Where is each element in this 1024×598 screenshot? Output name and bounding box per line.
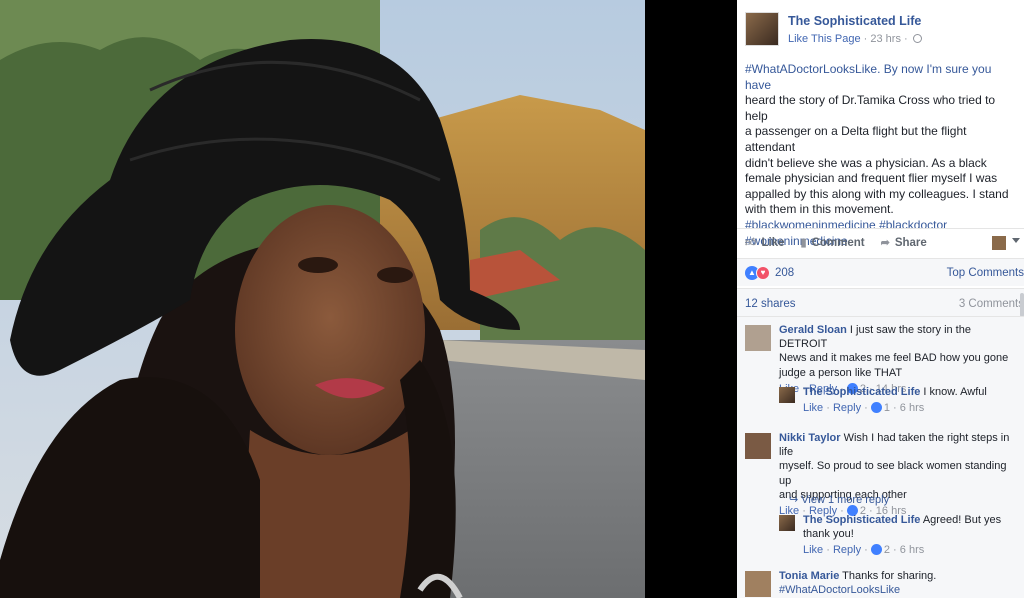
- reply-time[interactable]: 6 hrs: [900, 402, 924, 414]
- reply-text: Agreed! But yes: [922, 514, 1002, 526]
- post-line: appalled by this along with my colleague…: [745, 186, 1009, 201]
- comment-body: Gerald Sloan I just saw the story in the…: [779, 323, 1020, 351]
- comment-icon: ▮: [800, 237, 807, 249]
- thumbs-up-icon: 👍︎: [745, 237, 757, 249]
- post-line: didn't believe she was a physician. As a…: [745, 155, 987, 170]
- like-reaction-icon: [870, 544, 882, 556]
- reactions-bar: ▲ ♥ 208 Top Comments: [737, 258, 1024, 286]
- avatar[interactable]: [779, 515, 795, 531]
- comment: Tonia Marie Thanks for sharing. #WhatADo…: [745, 569, 1020, 597]
- share-arrow-icon: ➦: [880, 237, 890, 249]
- comment-body: Tonia Marie Thanks for sharing.: [779, 569, 1020, 583]
- hashtag-link[interactable]: #WhatADoctorLooksLike. By now I'm sure y…: [745, 62, 991, 92]
- comment-button[interactable]: ▮ Comment: [800, 236, 865, 250]
- meta-separator: ·: [904, 33, 911, 45]
- comment-body: Nikki Taylor Wish I had taken the right …: [779, 431, 1020, 459]
- reply-time[interactable]: 6 hrs: [900, 544, 924, 556]
- comment-author[interactable]: Nikki Taylor: [779, 432, 841, 444]
- reply-reaction-count[interactable]: 1: [884, 402, 890, 414]
- scrollbar[interactable]: [1020, 293, 1024, 317]
- reply-reaction-count[interactable]: 2: [884, 544, 890, 556]
- avatar[interactable]: [779, 387, 795, 403]
- reply: The Sophisticated Life I know. Awful Lik…: [779, 385, 1019, 415]
- post-line: a passenger on a Delta flight but the fl…: [745, 124, 967, 154]
- viewer-avatar[interactable]: [992, 236, 1006, 250]
- share-button[interactable]: ➦ Share: [880, 236, 927, 250]
- post-photo[interactable]: [0, 0, 645, 598]
- reply-author[interactable]: The Sophisticated Life: [803, 386, 920, 398]
- post-time[interactable]: 23 hrs: [870, 33, 901, 45]
- reply-text: thank you!: [803, 528, 854, 541]
- comment-author[interactable]: Tonia Marie: [779, 570, 839, 582]
- reply-reply-link[interactable]: Reply: [833, 544, 861, 556]
- post-body: #WhatADoctorLooksLike. By now I'm sure y…: [737, 56, 1024, 249]
- post-header: The Sophisticated Life Like This Page · …: [737, 0, 1024, 56]
- shares-row: 12 shares 3 Comments: [737, 288, 1024, 317]
- reply-text: I know. Awful: [923, 386, 987, 398]
- comment-author[interactable]: Gerald Sloan: [779, 324, 847, 336]
- like-page-link[interactable]: Like This Page: [788, 33, 861, 45]
- comment-label: Comment: [811, 236, 865, 249]
- comment-content: Tonia Marie Thanks for sharing. #WhatADo…: [779, 569, 1020, 597]
- reply-author[interactable]: The Sophisticated Life: [803, 514, 920, 526]
- share-label: Share: [894, 236, 927, 249]
- photo-illustration: [0, 0, 645, 598]
- like-label: Like: [761, 236, 785, 249]
- reply-meta: Like · Reply · 2 · 6 hrs: [803, 544, 925, 557]
- comments-section: Gerald Sloan I just saw the story in the…: [737, 316, 1024, 598]
- comments-count[interactable]: 3 Comments: [959, 298, 1024, 310]
- post-line: heard the story of Dr.Tamika Cross who t…: [745, 93, 996, 123]
- comment-text: Thanks for sharing.: [842, 570, 937, 582]
- chevron-down-icon[interactable]: [1012, 238, 1020, 243]
- comment-text: judge a person like THAT: [779, 366, 903, 379]
- reply-content: The Sophisticated Life Agreed! But yes t…: [803, 513, 1019, 558]
- reply-reply-link[interactable]: Reply: [833, 402, 861, 414]
- page-name-link[interactable]: The Sophisticated Life: [788, 14, 921, 28]
- comment-text: myself. So proud to see black women stan…: [779, 460, 1007, 487]
- post-side-panel: The Sophisticated Life Like This Page · …: [737, 0, 1024, 598]
- post-actions: 👍︎ Like ▮ Comment ➦ Share: [737, 228, 1024, 256]
- shares-link[interactable]: 12 shares: [745, 298, 796, 310]
- reply-body: The Sophisticated Life I know. Awful: [803, 385, 1019, 399]
- reply-like-link[interactable]: Like: [803, 544, 823, 556]
- like-reaction-icon: [870, 402, 882, 414]
- comment-text: News and it makes me feel BAD how you go…: [779, 352, 1009, 365]
- reply: The Sophisticated Life Agreed! But yes t…: [779, 513, 1019, 558]
- hashtag-link[interactable]: #WhatADoctorLooksLike: [779, 583, 1020, 597]
- post-line: female physician and frequent flier myse…: [745, 171, 998, 186]
- globe-icon: [912, 34, 922, 43]
- love-reaction-icon: ♥: [756, 265, 770, 280]
- reaction-count[interactable]: 208: [775, 267, 794, 279]
- reply-arrow-icon: ↪: [789, 494, 799, 506]
- view-more-label: View 1 more reply: [801, 494, 890, 506]
- reply-meta: Like · Reply · 1 · 6 hrs: [803, 402, 925, 415]
- avatar[interactable]: [745, 325, 771, 351]
- reply-like-link[interactable]: Like: [803, 402, 823, 414]
- page-avatar[interactable]: [745, 12, 779, 46]
- post-meta: Like This Page · 23 hrs ·: [788, 33, 922, 45]
- view-more-replies-link[interactable]: ↪ View 1 more reply: [789, 493, 889, 506]
- avatar[interactable]: [745, 571, 771, 597]
- reply-content: The Sophisticated Life I know. Awful Lik…: [803, 385, 1019, 415]
- reply-body: The Sophisticated Life Agreed! But yes: [803, 513, 1019, 527]
- top-comments-dropdown[interactable]: Top Comments: [947, 267, 1024, 279]
- lightbox-gap: [645, 0, 737, 598]
- like-button[interactable]: 👍︎ Like: [745, 236, 785, 250]
- post-line: with them in this movement.: [745, 202, 894, 217]
- avatar[interactable]: [745, 433, 771, 459]
